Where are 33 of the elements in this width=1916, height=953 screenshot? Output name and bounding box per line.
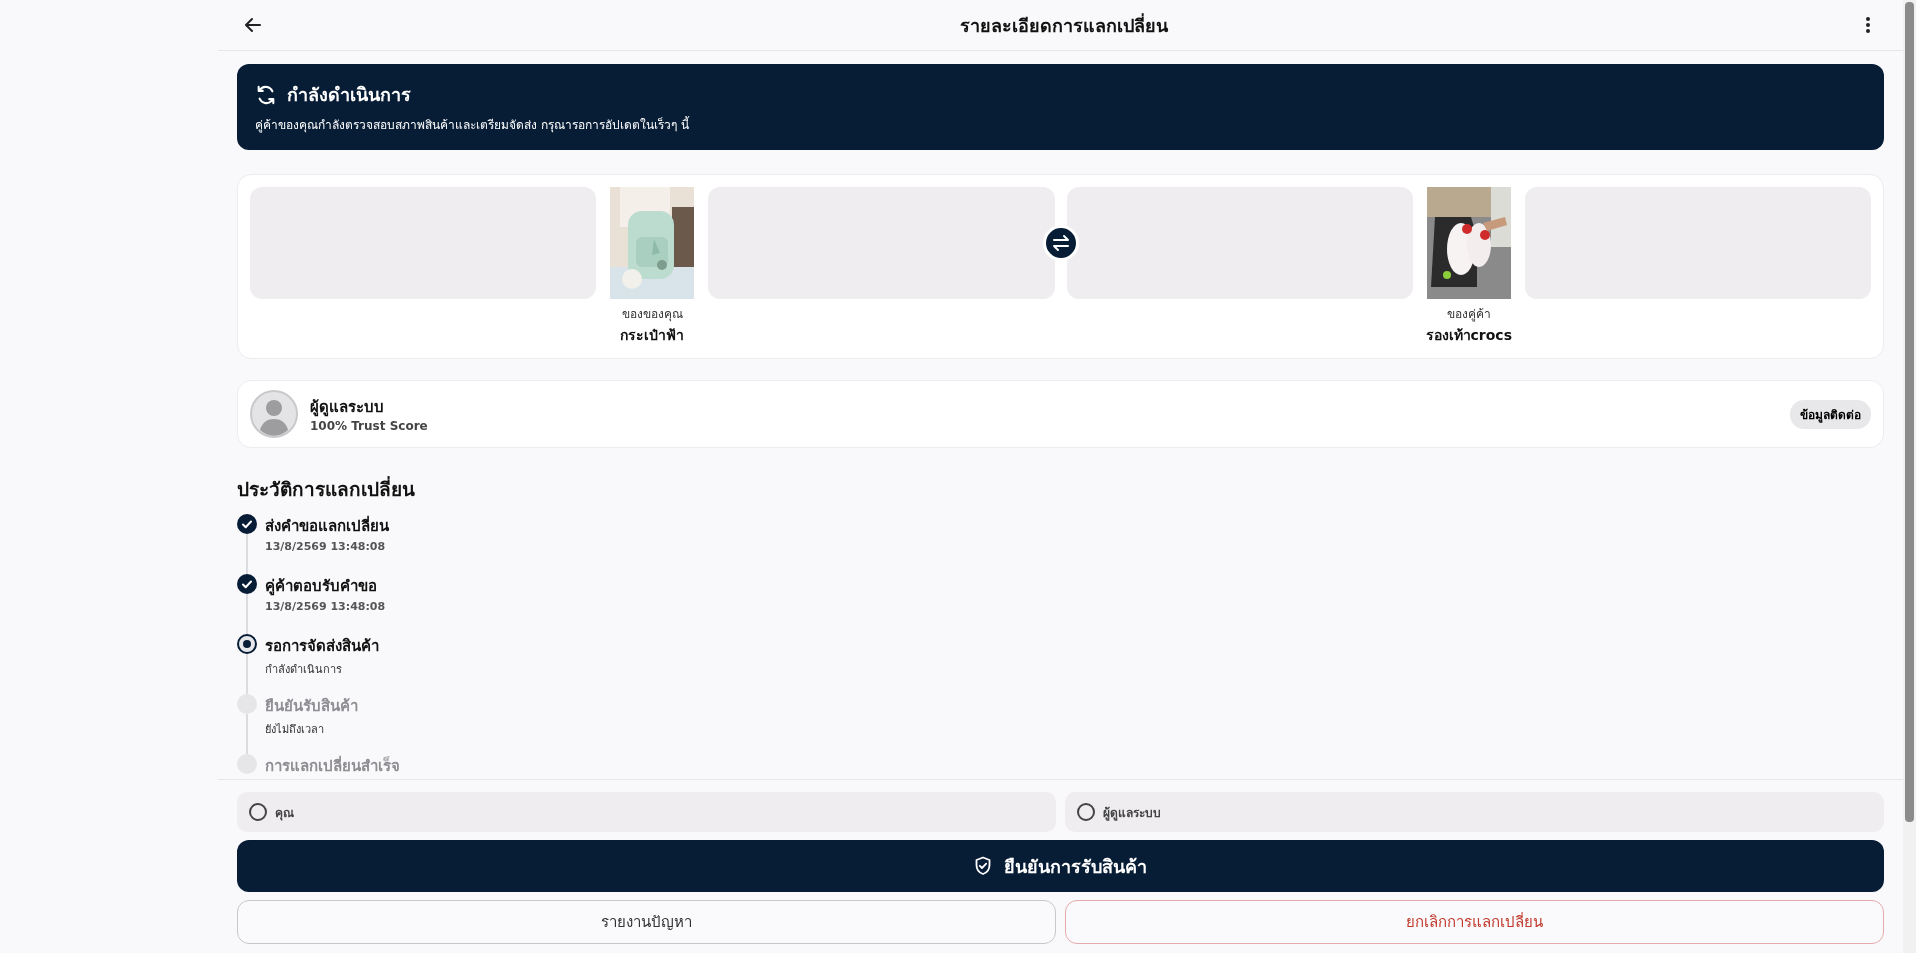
step-title: ยืนยันรับสินค้า — [265, 696, 358, 717]
step-detail: ยังไม่ถึงเวลา — [265, 722, 325, 738]
confirm-receipt-button[interactable]: ยืนยันการรับสินค้า — [237, 840, 1884, 892]
cancel-exchange-button[interactable]: ยกเลิกการแลกเปลี่ยน — [1065, 900, 1884, 944]
scrollbar[interactable] — [1903, 0, 1916, 953]
item-name: รองเท้าcrocs — [1425, 326, 1512, 345]
confirmation-status[interactable]: ผู้ดูแลระบบ — [1065, 792, 1884, 832]
shield-check-icon — [974, 856, 992, 876]
step-detail: กำลังดำเนินการ — [265, 662, 343, 678]
step-title: ส่งคำขอแลกเปลี่ยน — [265, 514, 389, 537]
page-title: รายละเอียดการแลกเปลี่ยน — [959, 12, 1168, 38]
step-title: การแลกเปลี่ยนสำเร็จ — [265, 754, 400, 777]
status-title: กำลังดำเนินการ — [287, 83, 411, 107]
more-options-icon — [1865, 16, 1871, 34]
check-circle-icon — [237, 514, 257, 534]
back-arrow-icon — [244, 16, 262, 34]
history-heading: ประวัติการแลกเปลี่ยน — [237, 475, 416, 502]
step-detail: 13/8/2569 13:48:08 — [265, 600, 386, 613]
status-message: คู่ค้าของคุณกำลังตรวจสอบสภาพสินค้าและเตรียมจัดส่ง กรุณารอการอัปเดตในเร็วๆ นี้ — [255, 115, 691, 134]
avatar-icon — [250, 390, 298, 438]
step-detail: 13/8/2569 13:48:08 — [265, 540, 387, 553]
step-title: คู่ค้าตอบรับคำขอ — [265, 576, 378, 598]
sync-icon — [255, 83, 277, 106]
contact-info-button[interactable]: ข้อมูลติดต่อ — [1790, 399, 1871, 429]
item-owner-label: ของคู่ค้า — [1446, 306, 1491, 323]
step-title: รอการจัดส่งสินค้า — [265, 636, 379, 657]
item-name: กระเป๋าฟ้า — [620, 326, 685, 345]
confirmation-status[interactable]: คุณ — [237, 792, 1056, 832]
partner-name: ผู้ดูแลระบบ — [310, 397, 385, 419]
item-owner-label: ของของคุณ — [621, 306, 683, 323]
check-circle-icon — [237, 574, 257, 594]
trust-score: 100% Trust Score — [310, 419, 429, 433]
report-problem-button[interactable]: รายงานปัญหา — [237, 900, 1056, 944]
